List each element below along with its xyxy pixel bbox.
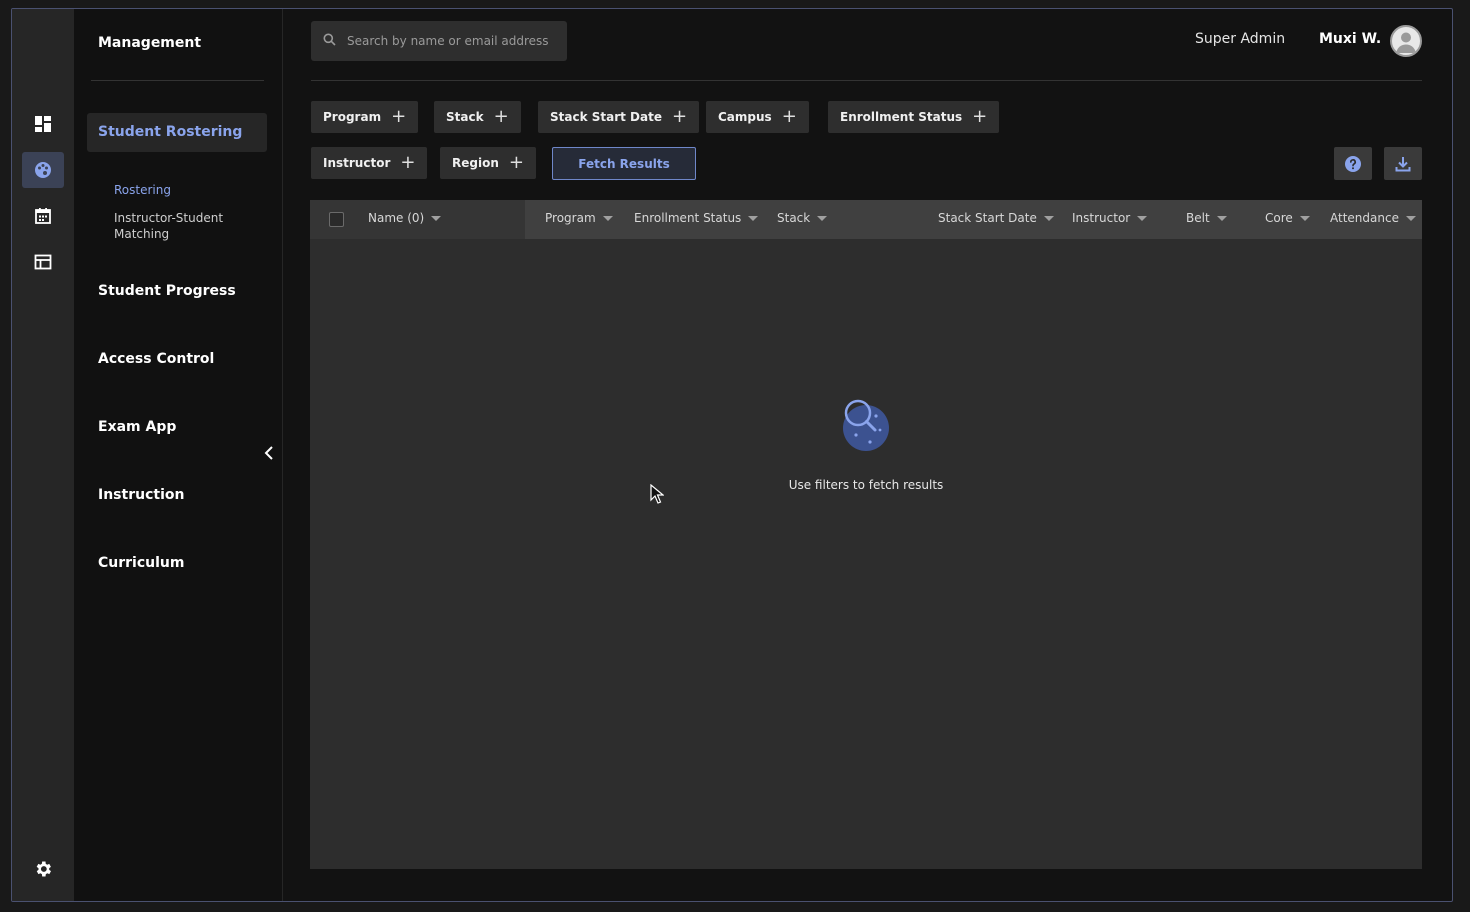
caret-down-icon bbox=[748, 215, 759, 221]
caret-down-icon bbox=[431, 215, 442, 221]
user-role: Super Admin bbox=[1195, 31, 1286, 47]
dashboard-icon[interactable] bbox=[22, 106, 64, 142]
filter-label: Enrollment Status bbox=[840, 110, 963, 124]
column-label: Stack Start Date bbox=[938, 211, 1037, 225]
column-header-core[interactable]: Core bbox=[1265, 211, 1310, 225]
icon-rail bbox=[12, 9, 74, 901]
table-icon[interactable] bbox=[22, 244, 64, 280]
column-header-belt[interactable]: Belt bbox=[1186, 211, 1227, 225]
plus-icon: + bbox=[672, 106, 688, 127]
palette-icon[interactable] bbox=[22, 152, 64, 188]
nav-item-instruction[interactable]: Instruction bbox=[98, 487, 184, 503]
user-icon bbox=[1396, 32, 1416, 53]
filter-enrollment-status[interactable]: Enrollment Status + bbox=[828, 101, 1000, 133]
main-content: Super Admin Muxi W. Program + Stack + Stac… bbox=[284, 9, 1452, 901]
column-header-name[interactable]: Name (0) bbox=[368, 211, 442, 225]
nav-item-label: Student Rostering bbox=[98, 124, 243, 140]
search-icon bbox=[323, 33, 336, 46]
select-all-checkbox[interactable] bbox=[329, 212, 344, 227]
column-label: Attendance bbox=[1330, 211, 1399, 225]
download-icon bbox=[1395, 156, 1411, 171]
nav-item-curriculum[interactable]: Curriculum bbox=[98, 555, 184, 571]
plus-icon: + bbox=[508, 152, 524, 173]
filter-campus[interactable]: Campus + bbox=[706, 101, 809, 133]
filter-label: Program bbox=[323, 110, 382, 124]
calendar-icon[interactable] bbox=[22, 198, 64, 234]
side-nav: Management Student Rostering Rostering I… bbox=[74, 9, 283, 901]
user-name[interactable]: Muxi W. bbox=[1319, 31, 1381, 47]
plus-icon: + bbox=[391, 106, 407, 127]
plus-icon: + bbox=[781, 106, 797, 127]
filter-stack[interactable]: Stack + bbox=[434, 101, 521, 133]
nav-sub-rostering[interactable]: Rostering bbox=[114, 182, 171, 198]
column-label: Program bbox=[545, 211, 596, 225]
app-window: Management Student Rostering Rostering I… bbox=[11, 8, 1453, 902]
nav-sub-label-line2: Matching bbox=[114, 227, 170, 241]
gear-icon[interactable] bbox=[22, 851, 64, 887]
filter-stack-start-date[interactable]: Stack Start Date + bbox=[538, 101, 700, 133]
filter-label: Stack Start Date bbox=[550, 110, 662, 124]
nav-item-student-rostering[interactable]: Student Rostering bbox=[87, 113, 267, 152]
column-header-enrollment-status[interactable]: Enrollment Status bbox=[634, 211, 759, 225]
column-label: Belt bbox=[1186, 211, 1210, 225]
empty-state-message: Use filters to fetch results bbox=[788, 478, 944, 492]
plus-icon: + bbox=[493, 106, 509, 127]
filter-label: Instructor bbox=[323, 156, 391, 170]
nav-item-exam-app[interactable]: Exam App bbox=[98, 419, 176, 435]
caret-down-icon bbox=[1405, 215, 1416, 221]
help-icon bbox=[1345, 155, 1361, 172]
caret-down-icon bbox=[1043, 215, 1054, 221]
column-label: Core bbox=[1265, 211, 1293, 225]
nav-item-access-control[interactable]: Access Control bbox=[98, 351, 214, 367]
column-label: Name (0) bbox=[368, 211, 425, 225]
caret-down-icon bbox=[602, 215, 613, 221]
column-label: Instructor bbox=[1072, 211, 1131, 225]
caret-down-icon bbox=[1299, 215, 1310, 221]
filter-region[interactable]: Region + bbox=[440, 147, 536, 179]
column-header-stack-start-date[interactable]: Stack Start Date bbox=[938, 211, 1054, 225]
help-button[interactable] bbox=[1334, 147, 1372, 180]
empty-search-icon bbox=[843, 399, 889, 451]
divider bbox=[311, 80, 1422, 81]
nav-sub-instructor-student-matching[interactable]: Instructor-Student Matching bbox=[114, 210, 223, 242]
divider bbox=[91, 80, 264, 81]
caret-down-icon bbox=[817, 215, 828, 221]
caret-down-icon bbox=[1216, 215, 1227, 221]
download-button[interactable] bbox=[1384, 147, 1422, 180]
cursor-icon bbox=[650, 484, 664, 504]
nav-header: Management bbox=[98, 35, 202, 51]
nav-item-student-progress[interactable]: Student Progress bbox=[98, 283, 236, 299]
chevron-left-icon[interactable] bbox=[262, 445, 276, 461]
fetch-results-button[interactable]: Fetch Results bbox=[552, 147, 696, 180]
caret-down-icon bbox=[1137, 215, 1148, 221]
column-header-instructor[interactable]: Instructor bbox=[1072, 211, 1148, 225]
filter-instructor[interactable]: Instructor + bbox=[311, 147, 428, 179]
filter-label: Region bbox=[452, 156, 499, 170]
filter-program[interactable]: Program + bbox=[311, 101, 419, 133]
avatar[interactable] bbox=[1390, 25, 1422, 57]
column-label: Stack bbox=[777, 211, 811, 225]
filter-label: Campus bbox=[718, 110, 772, 124]
results-table: Name (0) Program Enrollment Status Stack… bbox=[310, 200, 1422, 869]
search-input[interactable] bbox=[347, 21, 561, 61]
plus-icon: + bbox=[972, 106, 988, 127]
table-header: Name (0) Program Enrollment Status Stack… bbox=[310, 200, 1422, 239]
column-header-attendance[interactable]: Attendance bbox=[1330, 211, 1416, 225]
nav-sub-label-line1: Instructor-Student bbox=[114, 211, 224, 225]
plus-icon: + bbox=[400, 152, 416, 173]
filter-label: Stack bbox=[446, 110, 484, 124]
column-header-program[interactable]: Program bbox=[545, 211, 613, 225]
column-header-stack[interactable]: Stack bbox=[777, 211, 828, 225]
search-box bbox=[311, 21, 567, 61]
column-label: Enrollment Status bbox=[634, 211, 742, 225]
